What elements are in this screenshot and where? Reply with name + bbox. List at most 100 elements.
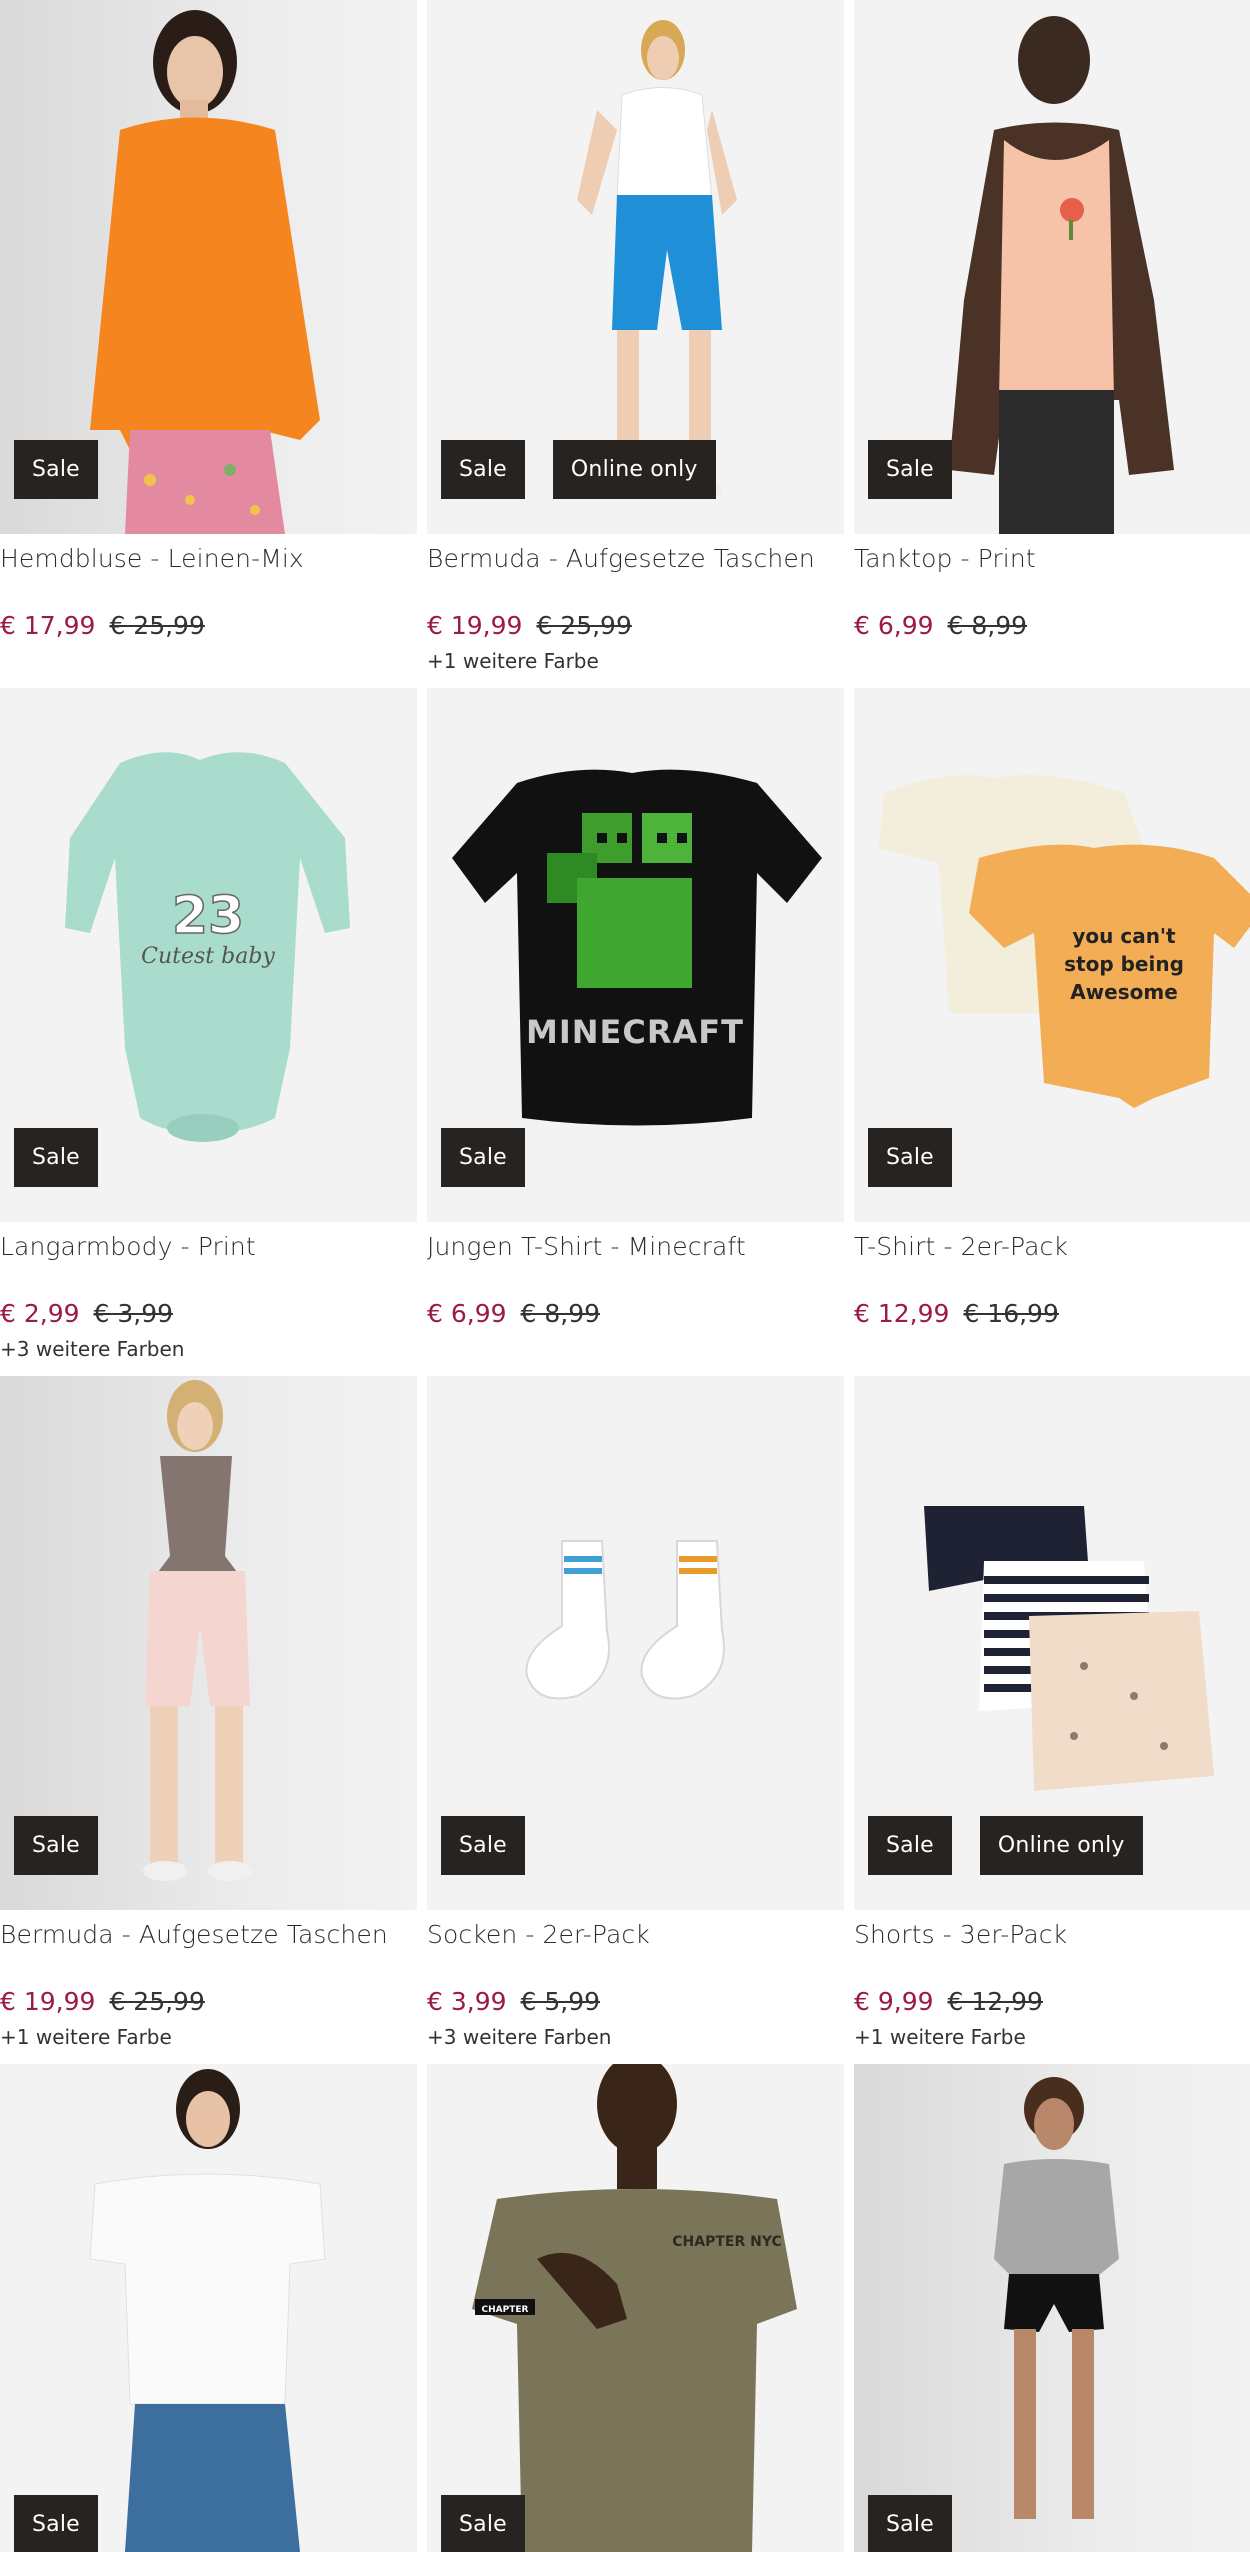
product-image[interactable]: Sale <box>0 1376 417 1910</box>
product-grid: Sale Hemdbluse - Leinen-Mix € 17,99 € 25… <box>0 0 1250 2552</box>
product-card[interactable]: Sale Hemdbluse - Leinen-Mix € 17,99 € 25… <box>0 0 417 688</box>
product-title[interactable]: Tanktop - Print <box>854 543 1250 576</box>
badge-group: Sale <box>868 440 952 499</box>
price-row: € 19,99 € 25,99 <box>0 1987 417 2016</box>
sale-price: € 19,99 <box>0 1986 96 2016</box>
sale-price: € 3,99 <box>427 1986 507 2016</box>
sale-badge: Sale <box>868 1128 952 1187</box>
badge-group: Sale Online only <box>441 440 716 499</box>
product-title[interactable]: Socken - 2er-Pack <box>427 1919 844 1952</box>
original-price: € 5,99 <box>520 1986 601 2016</box>
sale-badge: Sale <box>441 440 525 499</box>
product-card[interactable]: Sale Socken - 2er-Pack € 3,99 € 5,99 +3 … <box>427 1376 844 2064</box>
sale-price: € 6,99 <box>427 1298 507 1328</box>
sale-badge: Sale <box>14 440 98 499</box>
original-price: € 8,99 <box>520 1298 601 1328</box>
sale-badge: Sale <box>868 1816 952 1875</box>
more-colors-link[interactable]: +1 weitere Farbe <box>0 2025 417 2049</box>
original-price: € 3,99 <box>93 1298 174 1328</box>
more-colors-link[interactable]: +3 weitere Farben <box>427 2025 844 2049</box>
original-price: € 25,99 <box>109 1986 205 2016</box>
product-image[interactable]: Sale <box>0 2064 417 2552</box>
product-image[interactable]: CHAPTER CHAPTER NYC Sale <box>427 2064 844 2552</box>
price-row: € 6,99 € 8,99 <box>854 611 1250 640</box>
sale-badge: Sale <box>14 1128 98 1187</box>
sale-price: € 2,99 <box>0 1298 80 1328</box>
product-card[interactable]: 23 Cutest baby Sale Langarmbody - Print … <box>0 688 417 1376</box>
product-title[interactable]: Shorts - 3er-Pack <box>854 1919 1250 1952</box>
product-image[interactable]: Sale <box>854 0 1250 534</box>
original-price: € 16,99 <box>963 1298 1059 1328</box>
sale-badge: Sale <box>441 1816 525 1875</box>
product-card[interactable]: Sale <box>854 2064 1250 2552</box>
online-only-badge: Online only <box>979 1816 1143 1875</box>
price-row: € 9,99 € 12,99 <box>854 1987 1250 2016</box>
more-colors-link[interactable]: +1 weitere Farbe <box>854 2025 1250 2049</box>
product-title[interactable]: Bermuda - Aufgesetze Taschen <box>427 543 844 576</box>
sale-price: € 12,99 <box>854 1298 950 1328</box>
online-only-badge: Online only <box>552 440 716 499</box>
product-title[interactable]: T-Shirt - 2er-Pack <box>854 1231 1250 1264</box>
original-price: € 25,99 <box>109 610 205 640</box>
product-card[interactable]: Sale <box>0 2064 417 2552</box>
badge-group: Sale <box>14 440 98 499</box>
product-card[interactable]: Sale Tanktop - Print € 6,99 € 8,99 <box>854 0 1250 688</box>
sale-badge: Sale <box>14 2495 98 2552</box>
product-image[interactable]: Sale Online only <box>854 1376 1250 1910</box>
price-row: € 19,99 € 25,99 <box>427 611 844 640</box>
product-image[interactable]: Sale Online only <box>427 0 844 534</box>
sale-badge: Sale <box>14 1816 98 1875</box>
product-image[interactable]: you can't stop being Awesome Sale <box>854 688 1250 1222</box>
product-image[interactable]: MINECRAFT Sale <box>427 688 844 1222</box>
product-card[interactable]: Sale Online only Bermuda - Aufgesetze Ta… <box>427 0 844 688</box>
original-price: € 25,99 <box>536 610 632 640</box>
product-card[interactable]: Sale Online only Shorts - 3er-Pack € 9,9… <box>854 1376 1250 2064</box>
product-title[interactable]: Hemdbluse - Leinen-Mix <box>0 543 417 576</box>
body-graphic-script: Cutest baby <box>141 944 275 969</box>
badge-group: Sale <box>441 2495 525 2552</box>
price-row: € 2,99 € 3,99 <box>0 1299 417 1328</box>
minecraft-logo-text: MINECRAFT <box>526 1013 744 1051</box>
product-title[interactable]: Bermuda - Aufgesetze Taschen <box>0 1919 417 1952</box>
sale-price: € 19,99 <box>427 610 523 640</box>
badge-group: Sale <box>14 1128 98 1187</box>
price-row: € 3,99 € 5,99 <box>427 1987 844 2016</box>
product-title[interactable]: Langarmbody - Print <box>0 1231 417 1264</box>
badge-group: Sale <box>441 1128 525 1187</box>
price-row: € 6,99 € 8,99 <box>427 1299 844 1328</box>
original-price: € 8,99 <box>947 610 1028 640</box>
sale-badge: Sale <box>868 2495 952 2552</box>
product-image[interactable]: Sale <box>0 0 417 534</box>
product-card[interactable]: Sale Bermuda - Aufgesetze Taschen € 19,9… <box>0 1376 417 2064</box>
product-card[interactable]: CHAPTER CHAPTER NYC Sale <box>427 2064 844 2552</box>
product-image[interactable]: 23 Cutest baby Sale <box>0 688 417 1222</box>
sale-price: € 17,99 <box>0 610 96 640</box>
price-row: € 12,99 € 16,99 <box>854 1299 1250 1328</box>
more-colors-link[interactable]: +1 weitere Farbe <box>427 649 844 673</box>
badge-group: Sale <box>868 1128 952 1187</box>
body-graphic-number: 23 <box>172 886 244 946</box>
tshirt-graphic-line1: you can't <box>1072 924 1176 948</box>
chest-print-text: CHAPTER NYC <box>672 2234 781 2250</box>
sale-badge: Sale <box>441 1128 525 1187</box>
product-title[interactable]: Jungen T-Shirt - Minecraft <box>427 1231 844 1264</box>
badge-group: Sale <box>14 1816 98 1875</box>
product-image[interactable]: Sale <box>427 1376 844 1910</box>
badge-group: Sale <box>441 1816 525 1875</box>
tshirt-graphic-line3: Awesome <box>1070 980 1178 1004</box>
badge-group: Sale Online only <box>868 1816 1143 1875</box>
sale-price: € 9,99 <box>854 1986 934 2016</box>
sleeve-print-text: CHAPTER <box>482 2305 529 2315</box>
sale-badge: Sale <box>441 2495 525 2552</box>
sale-badge: Sale <box>868 440 952 499</box>
product-card[interactable]: MINECRAFT Sale Jungen T-Shirt - Minecraf… <box>427 688 844 1376</box>
tshirt-graphic-line2: stop being <box>1064 952 1184 976</box>
more-colors-link[interactable]: +3 weitere Farben <box>0 1337 417 1361</box>
sale-price: € 6,99 <box>854 610 934 640</box>
product-image[interactable]: Sale <box>854 2064 1250 2552</box>
badge-group: Sale <box>14 2495 98 2552</box>
original-price: € 12,99 <box>947 1986 1043 2016</box>
product-card[interactable]: you can't stop being Awesome Sale T-Shir… <box>854 688 1250 1376</box>
price-row: € 17,99 € 25,99 <box>0 611 417 640</box>
badge-group: Sale <box>868 2495 952 2552</box>
